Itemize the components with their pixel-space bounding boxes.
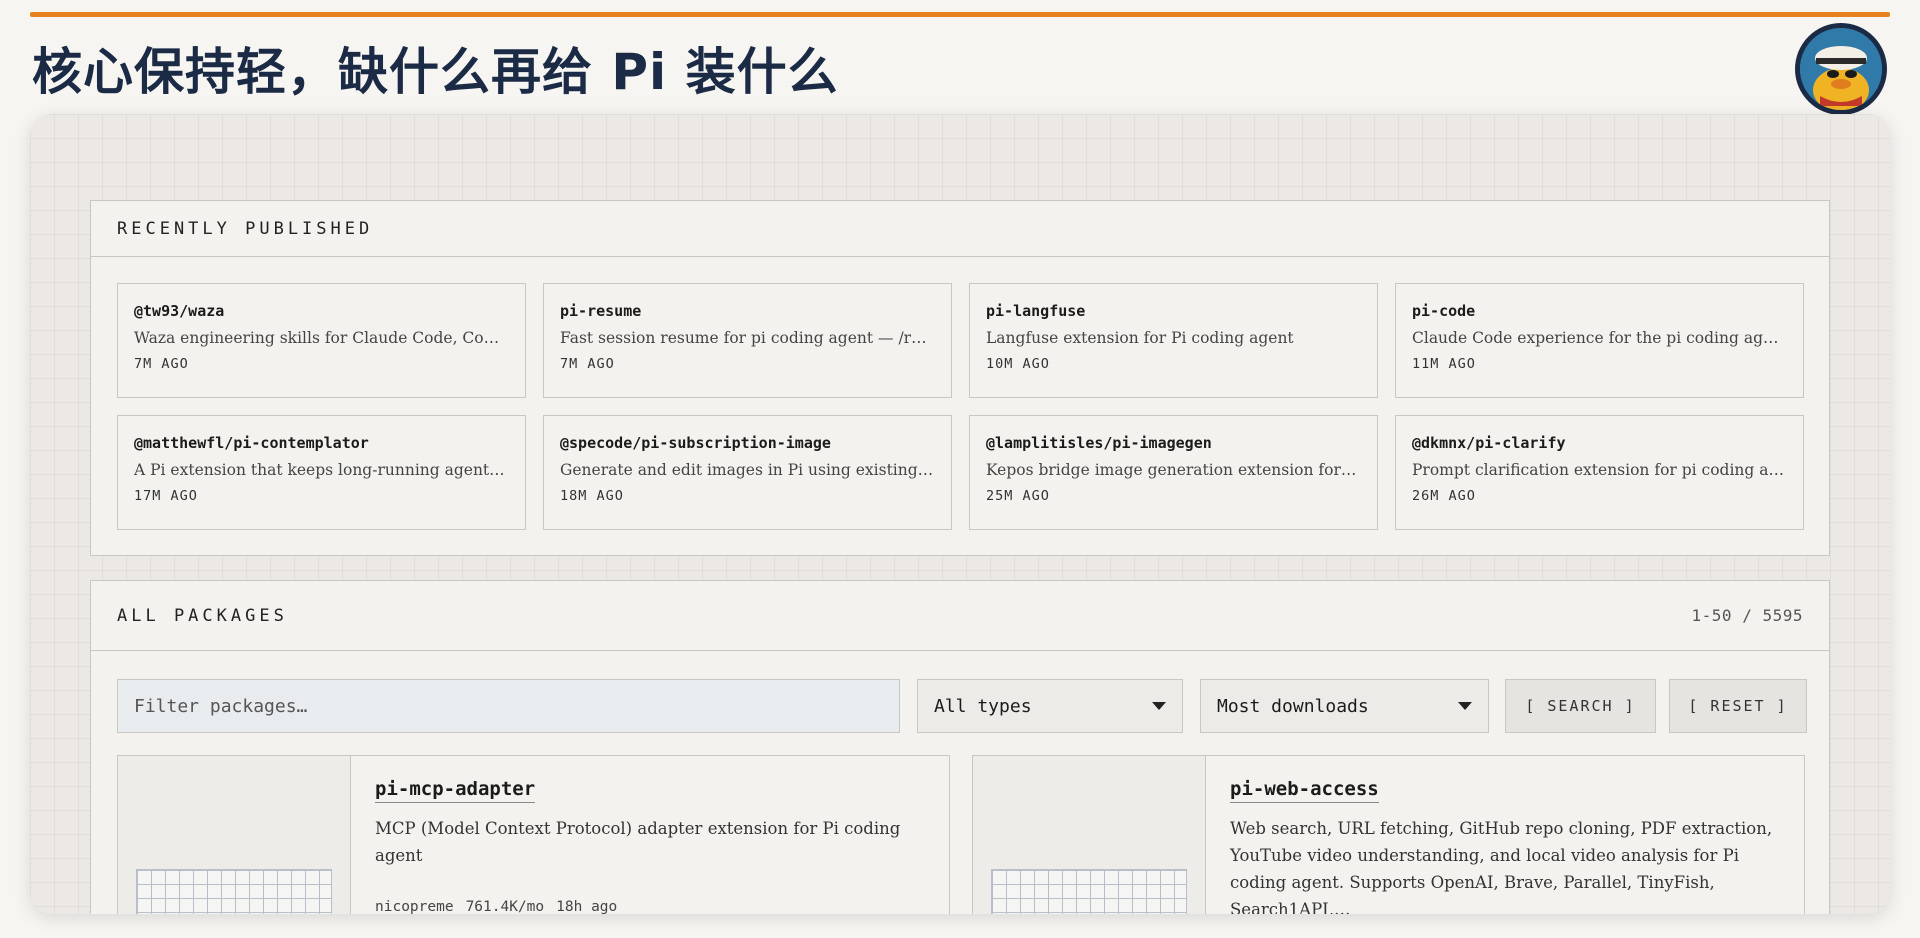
recent-package-card[interactable]: @tw93/waza Waza engineering skills for C… (117, 283, 526, 398)
filter-row: All types Most downloads [ SEARCH ] [ RE… (117, 679, 1807, 733)
package-desc: MCP (Model Context Protocol) adapter ext… (375, 819, 901, 865)
all-packages-panel: ALL PACKAGES 1-50 / 5595 All types Most … (90, 580, 1830, 914)
recent-package-card[interactable]: @lamplitisles/pi-imagegen Kepos bridge i… (969, 415, 1378, 530)
type-select[interactable]: All types (917, 679, 1183, 733)
recent-package-desc: Claude Code experience for the pi coding… (1412, 329, 1787, 347)
recent-package-desc: Kepos bridge image generation extension … (986, 461, 1361, 479)
recent-package-name: @matthewfl/pi-contemplator (134, 434, 369, 452)
package-desc: Web search, URL fetching, GitHub repo cl… (1230, 819, 1773, 914)
package-count: 1-50 / 5595 (1691, 606, 1803, 625)
top-accent-rule (30, 12, 1890, 17)
package-thumbnail (118, 756, 351, 914)
recent-package-card[interactable]: pi-code Claude Code experience for the p… (1395, 283, 1804, 398)
package-card[interactable]: pi-mcp-adapter MCP (Model Context Protoc… (117, 755, 950, 914)
recent-package-name: pi-langfuse (986, 302, 1086, 320)
recent-package-time: 25M AGO (986, 488, 1050, 504)
slide-title: 核心保持轻，缺什么再给 Pi 装什么 (32, 43, 839, 101)
recent-package-desc: Generate and edit images in Pi using exi… (560, 461, 935, 479)
package-meta: nicopreme 761.4K/mo 18h ago (375, 899, 929, 914)
search-button[interactable]: [ SEARCH ] (1505, 679, 1656, 733)
mascot-avatar (1795, 23, 1887, 115)
package-author: nicopreme (375, 899, 454, 914)
all-packages-header: ALL PACKAGES 1-50 / 5595 (91, 581, 1829, 651)
recent-package-name: pi-resume (560, 302, 642, 320)
recent-package-time: 26M AGO (1412, 488, 1476, 504)
chevron-down-icon (1152, 702, 1166, 710)
screenshot-frame: RECENTLY PUBLISHED @tw93/waza Waza engin… (30, 114, 1890, 914)
thumbnail-grid-image (136, 869, 332, 914)
recent-package-name: @specode/pi-subscription-image (560, 434, 831, 452)
recently-published-title: RECENTLY PUBLISHED (117, 218, 374, 239)
recent-package-desc: Prompt clarification extension for pi co… (1412, 461, 1787, 479)
all-packages-title: ALL PACKAGES (117, 605, 288, 626)
recent-package-time: 7M AGO (560, 356, 615, 372)
recently-published-header: RECENTLY PUBLISHED (91, 201, 1829, 257)
recent-package-desc: Langfuse extension for Pi coding agent (986, 329, 1294, 347)
recent-package-desc: Waza engineering skills for Claude Code,… (134, 329, 509, 347)
chevron-down-icon (1458, 702, 1472, 710)
sort-select[interactable]: Most downloads (1200, 679, 1489, 733)
recent-package-card[interactable]: @specode/pi-subscription-image Generate … (543, 415, 952, 530)
recent-package-name: @lamplitisles/pi-imagegen (986, 434, 1212, 452)
recent-package-card[interactable]: @matthewfl/pi-contemplator A Pi extensio… (117, 415, 526, 530)
type-select-value: All types (934, 695, 1032, 717)
recent-package-desc: A Pi extension that keeps long-running a… (134, 461, 509, 479)
package-updated: 18h ago (556, 899, 618, 914)
thumbnail-grid-image (991, 869, 1187, 914)
recent-package-time: 17M AGO (134, 488, 198, 504)
recent-package-card[interactable]: @dkmnx/pi-clarify Prompt clarification e… (1395, 415, 1804, 530)
recent-package-name: @tw93/waza (134, 302, 225, 320)
recent-packages-grid: @tw93/waza Waza engineering skills for C… (117, 283, 1804, 530)
reset-button[interactable]: [ RESET ] (1669, 679, 1807, 733)
recent-package-time: 7M AGO (134, 356, 189, 372)
recent-package-card[interactable]: pi-langfuse Langfuse extension for Pi co… (969, 283, 1378, 398)
filter-packages-input[interactable] (117, 679, 900, 733)
package-thumbnail (973, 756, 1206, 914)
package-name-link[interactable]: pi-web-access (1230, 778, 1379, 803)
recent-package-time: 11M AGO (1412, 356, 1476, 372)
package-card[interactable]: pi-web-access Web search, URL fetching, … (972, 755, 1805, 914)
recent-package-card[interactable]: pi-resume Fast session resume for pi cod… (543, 283, 952, 398)
recent-package-desc: Fast session resume for pi coding agent … (560, 329, 935, 347)
recent-package-time: 18M AGO (560, 488, 624, 504)
sort-select-value: Most downloads (1217, 695, 1369, 717)
package-name-link[interactable]: pi-mcp-adapter (375, 778, 536, 803)
package-downloads: 761.4K/mo (465, 899, 545, 914)
recent-package-name: pi-code (1412, 302, 1476, 320)
recent-package-time: 10M AGO (986, 356, 1050, 372)
recently-published-panel: RECENTLY PUBLISHED @tw93/waza Waza engin… (90, 200, 1830, 556)
recent-package-name: @dkmnx/pi-clarify (1412, 434, 1566, 452)
